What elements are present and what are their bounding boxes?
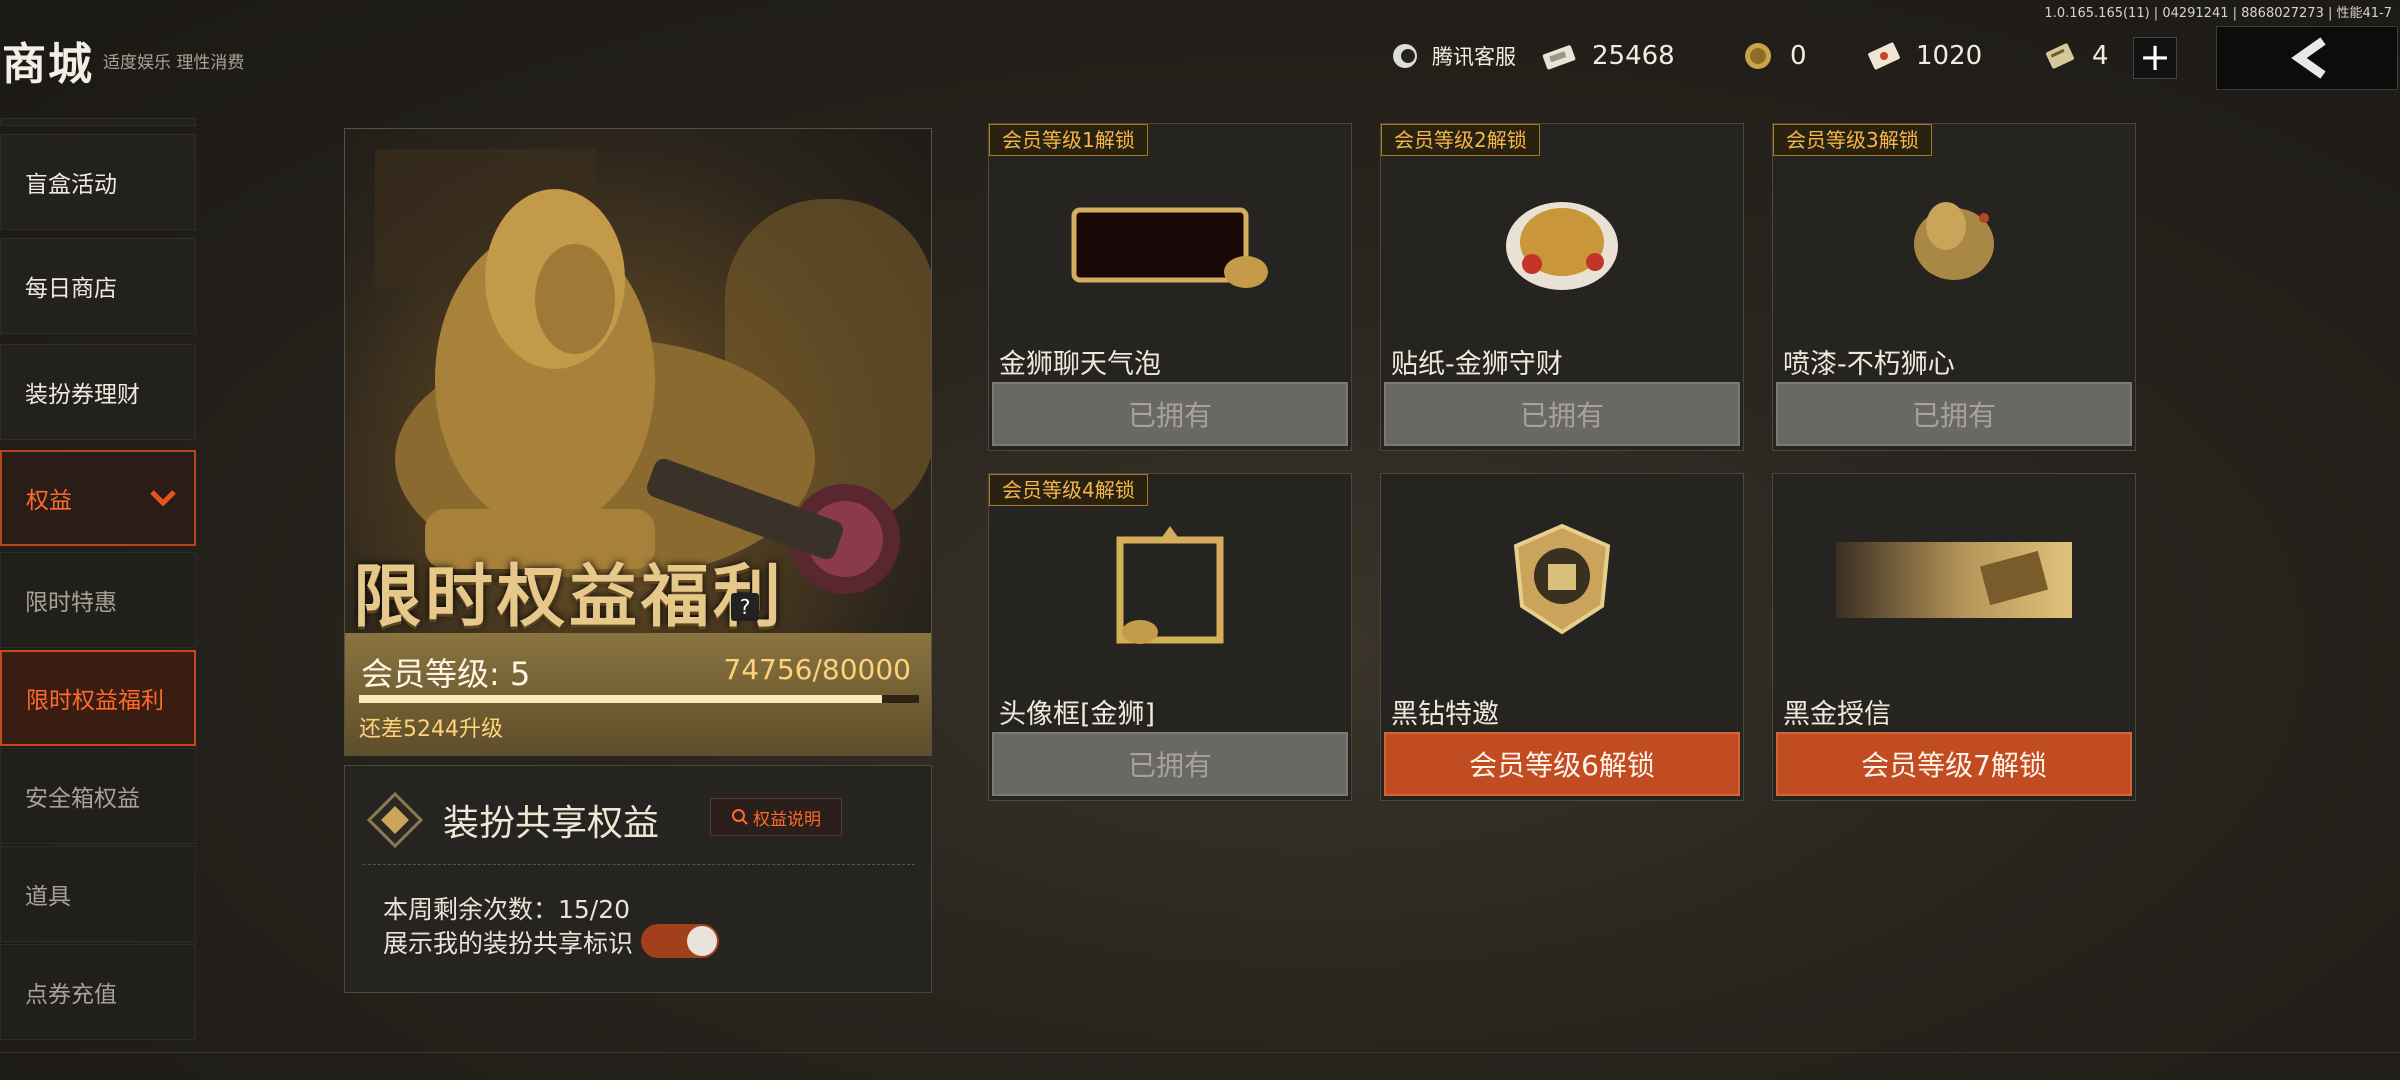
lion-spray-icon — [1914, 202, 1994, 280]
add-currency-button[interactable]: + — [2133, 37, 2177, 79]
lion-sticker-icon — [1506, 202, 1618, 290]
share-benefit-panel: 装扮共享权益 权益说明 本周剩余次数：15/20 展示我的装扮共享标识 — [344, 765, 932, 993]
sidebar-item-label: 装扮券理财 — [25, 382, 140, 408]
item-owned-button[interactable]: 已拥有 — [1384, 382, 1740, 446]
gold-coin-icon — [1745, 43, 1771, 69]
unlock-level-badge: 会员等级2解锁 — [1381, 124, 1540, 156]
item-name: 贴纸-金狮守财 — [1391, 349, 1563, 380]
currency-gold-coin: 0 — [1738, 34, 1807, 78]
sidebar-item-label: 限时权益福利 — [26, 688, 164, 714]
level-progress-bar — [359, 695, 919, 703]
chevron-down-icon — [150, 490, 176, 506]
sidebar-scroll-edge — [0, 118, 196, 126]
search-icon — [732, 809, 748, 825]
unlock-level-badge: 会员等级1解锁 — [989, 124, 1148, 156]
currency-banknote: 25468 — [1540, 34, 1675, 78]
diamond-badge-icon — [367, 792, 423, 848]
feature-card: 限时权益福利 ? 会员等级: 5 74756/80000 还差5244升级 — [344, 128, 932, 756]
sidebar-item-recharge[interactable]: 点券充值 — [0, 944, 196, 1040]
sidebar-item-coupon-finance[interactable]: 装扮券理财 — [0, 344, 196, 440]
unlock-level-badge: 会员等级3解锁 — [1773, 124, 1932, 156]
share-toggle-label: 展示我的装扮共享标识 — [383, 929, 634, 958]
sidebar-item-benefits[interactable]: 权益 — [0, 450, 196, 546]
sidebar-item-label: 盲盒活动 — [25, 172, 117, 198]
item-owned-button[interactable]: 已拥有 — [992, 732, 1348, 796]
customer-service-label: 腾讯客服 — [1432, 45, 1516, 69]
sidebar-item-limited-offer[interactable]: 限时特惠 — [0, 552, 196, 648]
item-name: 金狮聊天气泡 — [999, 349, 1161, 380]
sidebar-item-label: 安全箱权益 — [25, 786, 140, 812]
item-owned-button[interactable]: 已拥有 — [1776, 382, 2132, 446]
unlock-level-badge: 会员等级4解锁 — [989, 474, 1148, 506]
version-info: 1.0.165.165(11) | 04291241 | 8868027273 … — [2044, 6, 2392, 21]
item-card[interactable]: 会员等级4解锁 头像框[金狮] 已拥有 — [988, 473, 1352, 801]
member-level-label: 会员等级: 5 — [361, 655, 531, 693]
gold-banner-icon — [1836, 542, 2072, 618]
banknote-icon — [1542, 45, 1576, 70]
feature-banner-title: 限时权益福利 — [353, 558, 786, 637]
back-button[interactable] — [2216, 26, 2398, 90]
sidebar-item-label: 限时特惠 — [25, 590, 117, 616]
item-name: 头像框[金狮] — [999, 699, 1156, 730]
helmet-badge-icon — [1513, 523, 1611, 635]
sidebar-item-label: 每日商店 — [25, 276, 117, 302]
item-name: 喷漆-不朽狮心 — [1783, 349, 1955, 380]
upgrade-hint: 还差5244升级 — [359, 717, 503, 742]
sidebar-item-safebox-benefits[interactable]: 安全箱权益 — [0, 748, 196, 844]
item-card[interactable]: 会员等级1解锁 金狮聊天气泡 已拥有 — [988, 123, 1352, 451]
benefit-explain-button[interactable]: 权益说明 — [710, 798, 842, 836]
page-subtitle: 适度娱乐 理性消费 — [103, 53, 245, 73]
level-panel: 会员等级: 5 74756/80000 还差5244升级 — [345, 633, 931, 755]
chat-bubble-icon — [1071, 207, 1268, 288]
member-exp-value: 74756/80000 — [723, 653, 911, 686]
item-owned-button[interactable]: 已拥有 — [992, 382, 1348, 446]
sidebar-item-limited-benefits[interactable]: 限时权益福利 — [0, 650, 196, 746]
item-card[interactable]: 会员等级2解锁 贴纸-金狮守财 已拥有 — [1380, 123, 1744, 451]
share-toggle-switch[interactable] — [641, 924, 719, 958]
sidebar-item-props[interactable]: 道具 — [0, 846, 196, 942]
item-name: 黑金授信 — [1783, 699, 1891, 730]
sidebar-item-label: 点券充值 — [25, 982, 117, 1008]
level-progress-fill — [359, 695, 883, 703]
customer-service-button[interactable]: 腾讯客服 — [1390, 34, 1516, 78]
item-card[interactable]: 黑钻特邀 会员等级6解锁 — [1380, 473, 1744, 801]
item-unlock-button[interactable]: 会员等级7解锁 — [1776, 732, 2132, 796]
help-icon[interactable]: ? — [731, 593, 759, 621]
sidebar-item-blindbox[interactable]: 盲盒活动 — [0, 134, 196, 230]
banknote-value: 25468 — [1592, 41, 1675, 71]
sidebar-item-label: 道具 — [25, 884, 71, 910]
item-unlock-button[interactable]: 会员等级6解锁 — [1384, 732, 1740, 796]
sidebar-item-daily-shop[interactable]: 每日商店 — [0, 238, 196, 334]
toggle-knob — [687, 926, 717, 956]
benefit-explain-label: 权益说明 — [753, 809, 821, 830]
avatar-frame-icon — [1116, 526, 1224, 644]
ticket-icon — [2045, 43, 2075, 69]
currency-coupon: 1020 — [1864, 34, 1982, 78]
item-name: 黑钻特邀 — [1391, 699, 1499, 730]
gold-coin-value: 0 — [1790, 41, 1807, 71]
sidebar-item-label: 权益 — [26, 488, 72, 514]
share-title: 装扮共享权益 — [443, 803, 660, 844]
coupon-value: 1020 — [1916, 41, 1983, 71]
currency-ticket: 4 — [2040, 34, 2109, 78]
item-card[interactable]: 会员等级3解锁 喷漆-不朽狮心 已拥有 — [1772, 123, 2136, 451]
page-title: 商城 — [2, 39, 94, 90]
item-card[interactable]: 黑金授信 会员等级7解锁 — [1772, 473, 2136, 801]
ticket-value: 4 — [2092, 41, 2109, 71]
bottom-divider — [0, 1052, 2400, 1053]
service-logo-icon — [1393, 44, 1417, 68]
coupon-icon — [1868, 42, 1900, 70]
divider — [363, 864, 915, 865]
back-arrow-icon — [2291, 37, 2326, 79]
weekly-remaining-count: 本周剩余次数：15/20 — [383, 895, 631, 924]
